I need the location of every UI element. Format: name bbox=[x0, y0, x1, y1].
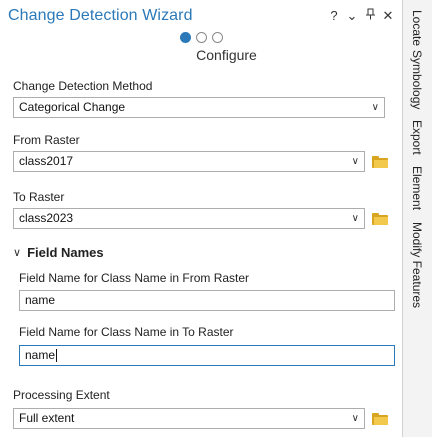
extent-label: Processing Extent bbox=[13, 388, 110, 402]
method-label: Change Detection Method bbox=[13, 79, 153, 93]
step-dot-2[interactable] bbox=[196, 32, 207, 43]
to-raster-dropdown[interactable]: class2023 ∨ bbox=[13, 208, 365, 229]
dock-tab-symbology[interactable]: Symbology bbox=[410, 50, 424, 109]
text-cursor bbox=[56, 349, 58, 363]
field-names-header: Field Names bbox=[27, 245, 104, 260]
to-field-label: Field Name for Class Name in To Raster bbox=[19, 325, 234, 339]
to-raster-label: To Raster bbox=[13, 190, 65, 204]
field-names-section-toggle[interactable]: ∨ Field Names bbox=[13, 245, 104, 260]
to-field-value: name bbox=[25, 348, 56, 362]
step-label: Configure bbox=[196, 47, 257, 63]
chevron-down-icon: ∨ bbox=[351, 413, 359, 424]
from-field-label: Field Name for Class Name in From Raster bbox=[19, 271, 250, 285]
chevron-down-icon: ∨ bbox=[371, 102, 379, 113]
step-dot-1[interactable] bbox=[180, 32, 191, 43]
dock-tab-export[interactable]: Export bbox=[410, 120, 424, 155]
folder-icon[interactable] bbox=[372, 413, 388, 425]
app-root: Change Detection Wizard ? ⌄ ✕ Configure … bbox=[0, 0, 432, 437]
chevron-down-icon: ∨ bbox=[351, 213, 359, 224]
from-field-input[interactable]: name bbox=[19, 290, 395, 311]
method-value: Categorical Change bbox=[19, 100, 126, 114]
pin-icon[interactable] bbox=[364, 8, 376, 24]
to-field-input[interactable]: name bbox=[19, 345, 395, 366]
from-raster-value: class2017 bbox=[19, 154, 74, 168]
extent-dropdown[interactable]: Full extent ∨ bbox=[13, 408, 365, 429]
to-raster-value: class2023 bbox=[19, 211, 74, 225]
help-icon[interactable]: ? bbox=[328, 8, 340, 24]
from-raster-label: From Raster bbox=[13, 133, 80, 147]
pin-icon-glyph bbox=[365, 8, 375, 20]
dock-tab-locate[interactable]: Locate bbox=[410, 10, 424, 46]
chevron-down-icon: ∨ bbox=[13, 247, 22, 259]
dock-tab-element[interactable]: Element bbox=[410, 166, 424, 210]
step-dot-3[interactable] bbox=[212, 32, 223, 43]
method-dropdown[interactable]: Categorical Change ∨ bbox=[13, 97, 385, 118]
extent-value: Full extent bbox=[19, 411, 75, 425]
dock-tab-strip: Locate Symbology Export Element Modify F… bbox=[404, 0, 432, 437]
wizard-stepper bbox=[0, 32, 403, 43]
close-icon[interactable]: ✕ bbox=[382, 8, 394, 24]
pane-title: Change Detection Wizard bbox=[8, 7, 193, 24]
chevron-down-icon: ∨ bbox=[351, 156, 359, 167]
folder-front bbox=[374, 217, 388, 225]
folder-front bbox=[374, 417, 388, 425]
folder-front bbox=[374, 160, 388, 168]
pane-controls: ? ⌄ ✕ bbox=[328, 8, 394, 24]
folder-icon[interactable] bbox=[372, 213, 388, 225]
chevron-down-icon[interactable]: ⌄ bbox=[346, 8, 358, 24]
from-field-value: name bbox=[25, 293, 56, 307]
from-raster-dropdown[interactable]: class2017 ∨ bbox=[13, 151, 365, 172]
dock-tab-modify-features[interactable]: Modify Features bbox=[410, 222, 424, 308]
folder-icon[interactable] bbox=[372, 156, 388, 168]
change-detection-pane: Change Detection Wizard ? ⌄ ✕ Configure … bbox=[0, 0, 403, 437]
